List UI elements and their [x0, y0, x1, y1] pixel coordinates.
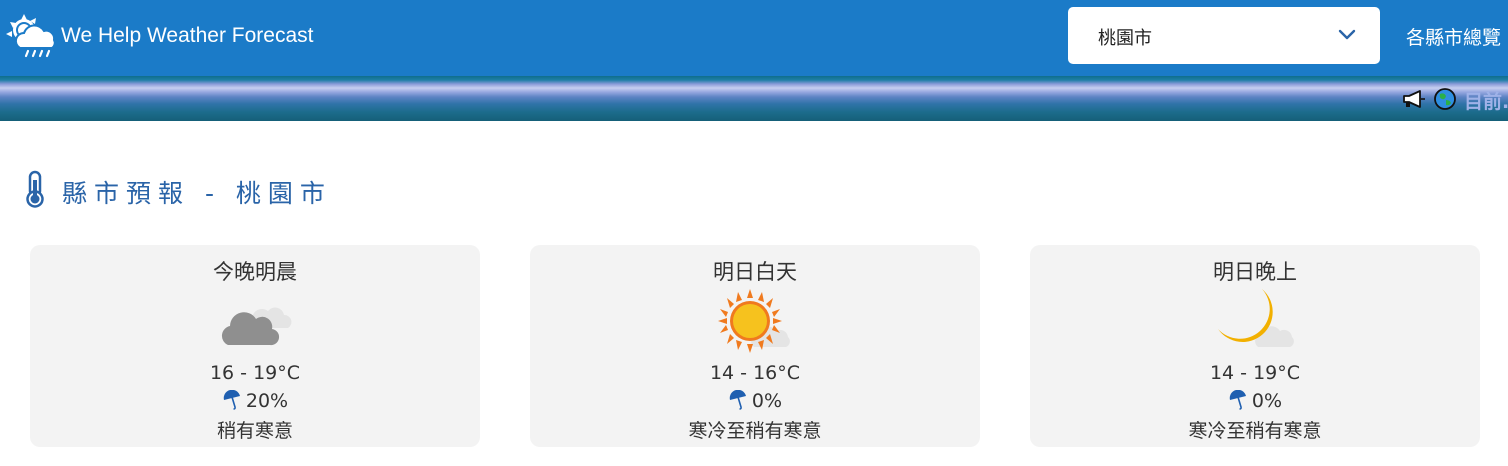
- weather-logo-icon[interactable]: [4, 12, 58, 58]
- umbrella-icon: [1229, 390, 1246, 410]
- temperature-range: 14 - 16°C: [709, 362, 801, 384]
- rain-probability-value: 0%: [1251, 390, 1283, 412]
- brand-title[interactable]: We Help Weather Forecast: [61, 24, 314, 48]
- forecast-period: 今晚明晨: [213, 260, 297, 284]
- forecast-card: 明日白天 14 - 16°C 0% 寒冷至稍有寒意: [530, 245, 980, 447]
- section-title: 縣市預報 - 桃園市: [62, 179, 332, 208]
- announcement-ticker: 目前...: [1400, 86, 1508, 112]
- comfort-description: 寒冷至稍有寒意: [1188, 420, 1322, 442]
- rain-probability: 20%: [30, 390, 480, 412]
- sunny-partly-cloudy-icon: [718, 289, 790, 353]
- announcement-band: [0, 76, 1508, 121]
- ticker-text: 目前...: [1464, 91, 1508, 112]
- rain-probability: 0%: [530, 390, 980, 412]
- umbrella-icon: [729, 390, 746, 410]
- forecast-card: 明日晚上 14 - 19°C 0% 寒冷至稍有寒意: [1030, 245, 1480, 447]
- temperature-range: 16 - 19°C: [209, 362, 301, 384]
- all-cities-overview-link[interactable]: 各縣市總覽: [1406, 23, 1501, 50]
- thermometer-icon: [26, 170, 44, 208]
- forecast-card: 今晚明晨 16 - 19°C 20% 稍有寒意: [30, 245, 480, 447]
- temperature-range: 14 - 19°C: [1209, 362, 1301, 384]
- comfort-description: 寒冷至稍有寒意: [688, 420, 822, 442]
- city-select[interactable]: 桃園市: [1068, 7, 1380, 64]
- rain-probability-value: 0%: [751, 390, 783, 412]
- megaphone-icon: [1403, 90, 1425, 108]
- comfort-description: 稍有寒意: [216, 420, 293, 442]
- cloudy-icon: [221, 307, 292, 346]
- chevron-down-icon: [1338, 29, 1356, 40]
- globe-icon: [1434, 88, 1456, 110]
- moon-partly-cloudy-icon: [1218, 289, 1294, 347]
- city-select-value: 桃園市: [1098, 28, 1152, 49]
- rain-probability: 0%: [1030, 390, 1480, 412]
- rain-probability-value: 20%: [245, 390, 289, 412]
- top-header: We Help Weather Forecast 桃園市 各縣市總覽: [0, 0, 1508, 76]
- forecast-period: 明日晚上: [1213, 260, 1297, 284]
- forecast-period: 明日白天: [713, 260, 797, 284]
- umbrella-icon: [223, 390, 240, 410]
